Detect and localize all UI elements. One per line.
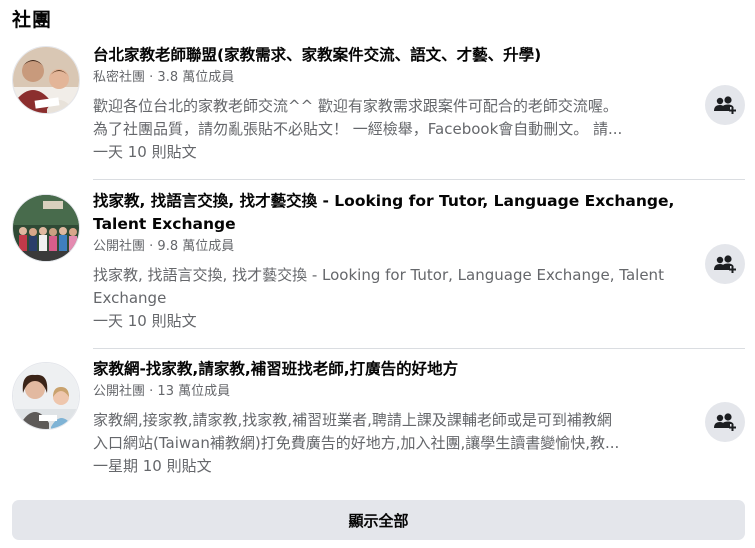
group-description-line: 為了社團品質，請勿亂張貼不必貼文！ 一經檢舉，Facebook會自動刪文。 請.… — [93, 120, 623, 138]
teacher-with-student-photo-icon — [13, 363, 79, 429]
group-item[interactable]: 找家教, 找語言交換, 找才藝交換 - Looking for Tutor, L… — [12, 186, 745, 346]
group-item[interactable]: 家教網-找家教,請家教,補習班找老師,打廣告的好地方 公開社團 · 13 萬位成… — [12, 354, 745, 494]
group-photo-icon — [13, 195, 79, 261]
group-item[interactable]: 台北家教老師聯盟(家教需求、家教案件交流、語文、才藝、升學) 私密社團 · 3.… — [12, 38, 745, 178]
join-group-button[interactable] — [705, 244, 745, 284]
join-group-button[interactable] — [705, 85, 745, 125]
group-description: 家教網,接家教,請家教,找家教,補習班業者,聘請上課及課輔老師或是可到補教網 入… — [93, 409, 685, 455]
group-description-line: Exchange — [93, 289, 167, 307]
group-activity: 一天 10 則貼文 — [93, 143, 197, 161]
group-description-line: 找家教, 找語言交換, 找才藝交換 - Looking for Tutor, L… — [93, 266, 664, 284]
group-privacy: 私密社團 — [93, 70, 146, 85]
join-group-icon — [714, 255, 736, 273]
group-activity: 一星期 10 則貼文 — [93, 457, 212, 475]
divider — [93, 179, 745, 180]
show-all-button[interactable]: 顯示全部 — [12, 500, 745, 540]
section-title: 社團 — [12, 9, 53, 31]
group-meta: 私密社團 · 3.8 萬位成員 — [93, 69, 685, 87]
divider — [93, 348, 745, 349]
group-privacy: 公開社團 — [93, 239, 146, 254]
group-meta: 公開社團 · 9.8 萬位成員 — [93, 238, 685, 256]
meta-separator: · — [145, 384, 158, 399]
group-members: 9.8 萬位成員 — [157, 239, 235, 254]
tutor-with-child-photo-icon — [13, 47, 79, 113]
group-activity: 一天 10 則貼文 — [93, 312, 197, 330]
group-meta: 公開社團 · 13 萬位成員 — [93, 383, 685, 401]
group-privacy: 公開社團 — [93, 384, 146, 399]
group-name[interactable]: 台北家教老師聯盟(家教需求、家教案件交流、語文、才藝、升學) — [93, 44, 685, 67]
group-members: 13 萬位成員 — [157, 384, 231, 399]
group-description-line: 歡迎各位台北的家教老師交流^^ 歡迎有家教需求跟案件可配合的老師交流喔。 — [93, 97, 618, 115]
group-description: 找家教, 找語言交換, 找才藝交換 - Looking for Tutor, L… — [93, 264, 685, 310]
meta-separator: · — [145, 239, 158, 254]
group-members: 3.8 萬位成員 — [157, 70, 235, 85]
join-group-icon — [714, 96, 736, 114]
group-avatar[interactable] — [12, 46, 80, 114]
group-description: 歡迎各位台北的家教老師交流^^ 歡迎有家教需求跟案件可配合的老師交流喔。 為了社… — [93, 95, 685, 141]
group-description-line: 入口網站(Taiwan補教網)打免費廣告的好地方,加入社團,讓學生讀書變愉快,教… — [93, 434, 620, 452]
join-group-icon — [714, 413, 736, 431]
group-description-line: 家教網,接家教,請家教,找家教,補習班業者,聘請上課及課輔老師或是可到補教網 — [93, 411, 612, 429]
group-avatar[interactable] — [12, 194, 80, 262]
group-name[interactable]: 找家教, 找語言交換, 找才藝交換 - Looking for Tutor, L… — [93, 190, 685, 236]
join-group-button[interactable] — [705, 402, 745, 442]
group-avatar[interactable] — [12, 362, 80, 430]
group-name[interactable]: 家教網-找家教,請家教,補習班找老師,打廣告的好地方 — [93, 358, 685, 381]
meta-separator: · — [145, 70, 158, 85]
